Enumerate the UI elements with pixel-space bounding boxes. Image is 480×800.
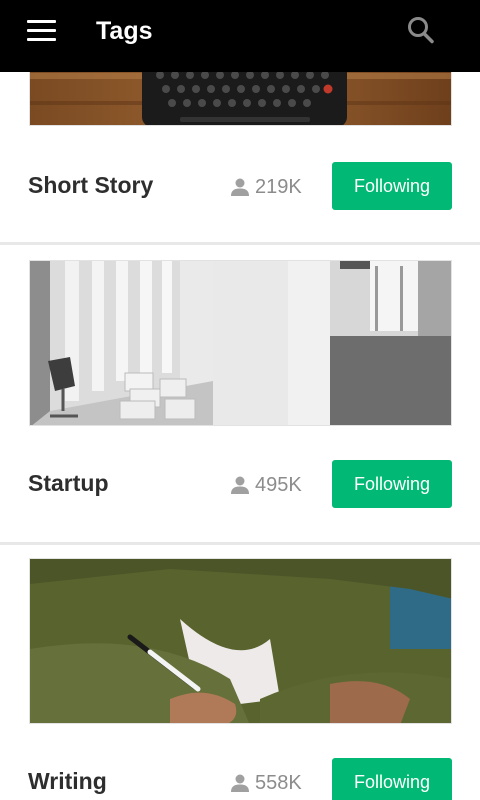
divider (0, 542, 480, 545)
following-button[interactable]: Following (332, 162, 452, 210)
menu-button[interactable] (27, 20, 57, 42)
tag-name[interactable]: Short Story (28, 170, 153, 200)
person-icon (231, 178, 249, 196)
tag-image[interactable] (29, 260, 452, 426)
tag-list[interactable]: Short Story 219K Following Startup 495K … (0, 72, 480, 800)
person-icon (231, 476, 249, 494)
tag-image[interactable] (29, 558, 452, 724)
app-bar: Tags (0, 0, 480, 72)
empty-office-photo (30, 261, 451, 425)
follower-count: 558K (230, 768, 302, 798)
person-icon (231, 774, 249, 792)
following-button[interactable]: Following (332, 758, 452, 800)
following-button[interactable]: Following (332, 460, 452, 508)
tag-image[interactable] (29, 72, 452, 126)
search-button[interactable] (404, 14, 438, 48)
hamburger-menu-icon (27, 20, 56, 23)
typewriter-photo (30, 72, 451, 125)
follower-count: 495K (230, 470, 302, 500)
tag-name[interactable]: Writing (28, 766, 107, 796)
tag-name[interactable]: Startup (28, 468, 109, 498)
follower-count-value: 495K (255, 473, 302, 496)
follower-count-value: 558K (255, 771, 302, 794)
page-title: Tags (96, 17, 153, 45)
divider (0, 242, 480, 245)
search-icon (408, 17, 434, 44)
person-writing-photo (30, 559, 451, 723)
follower-count-value: 219K (255, 175, 302, 198)
follower-count: 219K (230, 172, 302, 202)
